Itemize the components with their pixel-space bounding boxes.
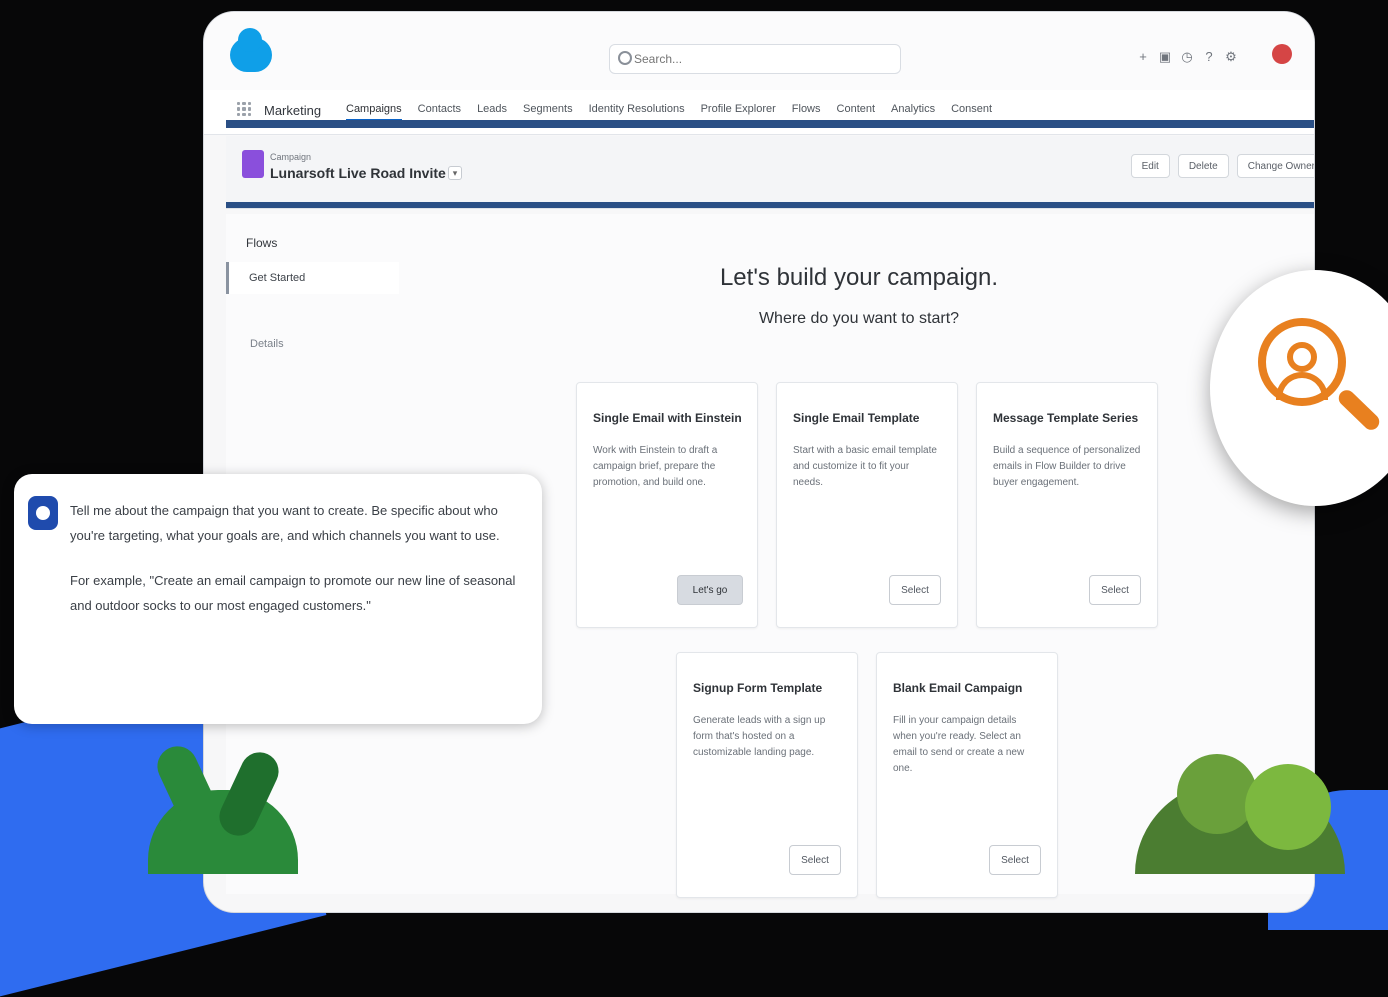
agent-avatar-icon xyxy=(28,496,58,530)
record-header: Campaign Lunarsoft Live Road Invite ▾ Ed… xyxy=(226,136,1314,209)
bell-icon[interactable]: ◷ xyxy=(1178,48,1196,66)
record-title: Lunarsoft Live Road Invite xyxy=(270,165,446,181)
record-type-label: Campaign xyxy=(270,152,312,162)
help-icon[interactable]: ? xyxy=(1200,48,1218,66)
page-title: Let's build your campaign. xyxy=(719,264,999,291)
select-button[interactable]: Select xyxy=(889,575,941,605)
option-card-signup-form-template[interactable]: Signup Form Template Generate leads with… xyxy=(676,652,858,898)
change-owner-button[interactable]: Change Owner xyxy=(1236,154,1314,178)
add-icon[interactable]: + xyxy=(1134,48,1152,66)
select-button[interactable]: Select xyxy=(1089,575,1141,605)
card-description: Work with Einstein to draft a campaign b… xyxy=(593,445,718,488)
search-input[interactable] xyxy=(632,45,886,73)
chat-paragraph: Tell me about the campaign that you want… xyxy=(70,503,500,543)
option-card-single-email-einstein[interactable]: Single Email with Einstein Work with Ein… xyxy=(576,382,758,628)
edit-button[interactable]: Edit xyxy=(1130,154,1170,178)
chat-message: Tell me about the campaign that you want… xyxy=(70,498,534,618)
sidebar-item-details[interactable]: Details xyxy=(250,338,284,350)
card-title: Blank Email Campaign xyxy=(893,681,1023,695)
user-avatar[interactable] xyxy=(1272,44,1292,64)
header-accent-strip-bottom xyxy=(226,202,1314,208)
option-card-single-email-template[interactable]: Single Email Template Start with a basic… xyxy=(776,382,958,628)
card-description: Fill in your campaign details when you'r… xyxy=(893,715,1025,774)
header-accent-strip xyxy=(226,120,1314,128)
card-title: Signup Form Template xyxy=(693,681,823,695)
chat-paragraph: For example, "Create an email campaign t… xyxy=(70,573,516,613)
navigation-bar: Marketing Campaigns Contacts Leads Segme… xyxy=(204,90,1314,135)
select-button[interactable]: Select xyxy=(789,845,841,875)
select-button[interactable]: Select xyxy=(989,845,1041,875)
sidebar-item-label: Get Started xyxy=(249,272,306,284)
magnifier-handle-icon xyxy=(1335,386,1383,434)
global-header: + ▣ ◷ ? ⚙ xyxy=(204,12,1314,90)
card-description: Build a sequence of personalized emails … xyxy=(993,445,1141,488)
chevron-down-icon[interactable]: ▾ xyxy=(448,166,462,180)
lets-go-button[interactable]: Let's go xyxy=(677,575,743,605)
option-card-blank-email-campaign[interactable]: Blank Email Campaign Fill in your campai… xyxy=(876,652,1058,898)
global-search[interactable] xyxy=(609,44,901,74)
sidebar-item-get-started[interactable]: Get Started xyxy=(226,262,399,294)
salesforce-logo-icon[interactable] xyxy=(230,28,272,72)
card-title: Message Template Series xyxy=(993,411,1139,425)
card-title: Single Email with Einstein xyxy=(593,411,742,425)
agent-chat-bubble: Tell me about the campaign that you want… xyxy=(14,474,542,724)
search-icon xyxy=(618,51,632,65)
app-name: Marketing xyxy=(264,103,322,118)
sidebar-title: Flows xyxy=(246,236,278,250)
card-title: Single Email Template xyxy=(793,411,920,425)
delete-button[interactable]: Delete xyxy=(1177,154,1229,178)
page-subtitle: Where do you want to start? xyxy=(758,310,960,327)
record-actions: Edit Delete Change Owner xyxy=(1130,154,1314,178)
person-icon xyxy=(1287,342,1317,372)
option-card-message-template-series[interactable]: Message Template Series Build a sequence… xyxy=(976,382,1158,628)
campaign-icon xyxy=(242,150,264,178)
app-window: + ▣ ◷ ? ⚙ Marketing Campaigns Contacts L… xyxy=(204,12,1314,912)
gear-icon[interactable]: ⚙ xyxy=(1222,48,1240,66)
card-description: Generate leads with a sign up form that'… xyxy=(693,715,826,758)
card-description: Start with a basic email template and cu… xyxy=(793,445,937,488)
setup-assistant-icon[interactable]: ▣ xyxy=(1156,48,1174,66)
app-launcher-icon[interactable] xyxy=(237,102,251,116)
